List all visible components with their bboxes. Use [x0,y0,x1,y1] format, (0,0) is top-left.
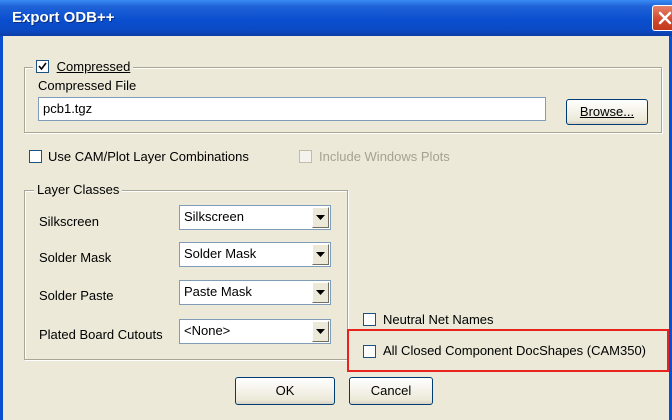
silkscreen-label: Silkscreen [39,214,99,229]
neutral-net-label: Neutral Net Names [383,312,494,327]
silkscreen-select-value: Silkscreen [184,209,244,224]
close-button[interactable] [652,5,672,31]
ok-button[interactable]: OK [235,377,335,405]
compressed-file-input[interactable]: pcb1.tgz [38,97,546,121]
plated-cutouts-select[interactable]: <None> [179,319,331,344]
closed-shapes-checkbox[interactable] [363,345,376,358]
neutral-net-checkbox[interactable] [363,313,376,326]
plated-cutouts-dropdown-button[interactable] [312,321,329,342]
plated-cutouts-label: Plated Board Cutouts [39,327,163,342]
compressed-legend: Compressed [33,58,134,76]
solder-mask-label: Solder Mask [39,250,112,265]
solder-paste-label: Solder Paste [39,288,114,303]
solder-paste-dropdown-button[interactable] [312,282,329,303]
window-border-left [0,36,3,420]
compressed-label: Compressed [56,59,131,74]
solder-mask-dropdown-button[interactable] [312,244,329,265]
solder-mask-select-value: Solder Mask [184,246,257,261]
layer-classes-legend: Layer Classes [34,182,123,197]
cancel-button-label: Cancel [370,383,412,398]
solder-mask-select[interactable]: Solder Mask [179,242,331,267]
chevron-down-icon [316,290,325,295]
compressed-file-label: Compressed File [38,78,137,93]
browse-button[interactable]: Browse... [566,99,648,125]
use-cam-checkbox[interactable] [29,150,42,163]
close-icon [658,11,672,25]
solder-paste-select-value: Paste Mask [184,284,252,299]
plated-cutouts-select-value: <None> [184,323,231,338]
window-title: Export ODB++ [12,9,115,26]
use-cam-label: Use CAM/Plot Layer Combinations [48,149,249,164]
chevron-down-icon [316,215,325,220]
closed-shapes-label: All Closed Component DocShapes (CAM350) [383,343,647,358]
browse-button-label: Browse... [579,104,635,119]
silkscreen-select[interactable]: Silkscreen [179,205,331,230]
title-bar[interactable]: Export ODB++ [0,0,672,36]
include-windows-label: Include Windows Plots [319,149,450,164]
ok-button-label: OK [275,383,295,398]
silkscreen-dropdown-button[interactable] [312,207,329,228]
check-icon [38,62,47,71]
chevron-down-icon [316,252,325,257]
cancel-button[interactable]: Cancel [349,377,433,405]
include-windows-checkbox[interactable] [299,150,312,163]
export-odb-dialog: Export ODB++ Compressed Compressed File … [0,0,672,420]
compressed-checkbox[interactable] [36,60,49,73]
chevron-down-icon [316,329,325,334]
solder-paste-select[interactable]: Paste Mask [179,280,331,305]
